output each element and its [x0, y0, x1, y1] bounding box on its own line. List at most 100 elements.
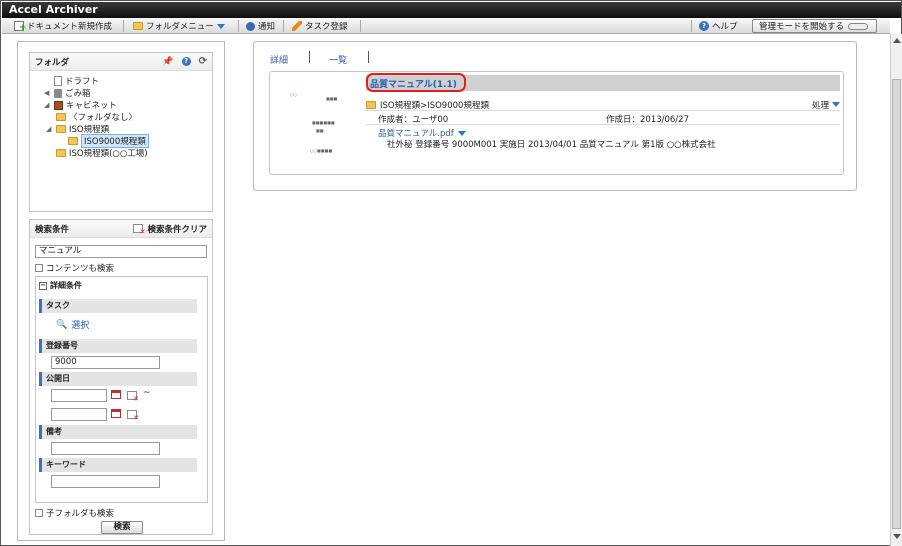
keyword-section-header: キーワード — [39, 458, 197, 472]
result-card: ○○ ■■■ ■■■■■■ ■■ ○○■■■■ 品質マニュアル(1.1) ISO… — [269, 71, 844, 175]
clear-icon — [133, 224, 145, 236]
result-pane: 詳細 一覧 ○○ ■■■ ■■■■■■ ■■ ○○■■■■ 品質マニュアル(1.… — [253, 41, 857, 191]
folder-icon — [68, 137, 78, 145]
action-menu-button[interactable]: 処理 — [812, 99, 840, 111]
admin-mode-label: 管理モードを開始する — [759, 22, 845, 32]
tree-item-cabinet[interactable]: ◢ キャビネット — [44, 99, 212, 111]
folder-panel-header: フォルダ 📌 ? ⟳ — [30, 53, 212, 71]
folder-menu-label: フォルダメニュー — [146, 22, 214, 32]
toolbar: + ドキュメント新規作成 フォルダメニュー 通知 タスク登録 ? ヘルプ 管理モ… — [2, 18, 890, 34]
help-button[interactable]: ? ヘルプ — [695, 18, 742, 34]
result-meta-row: 作成者：ユーザ00 作成日：2013/06/27 — [366, 113, 840, 125]
note-input[interactable] — [51, 442, 160, 455]
tree-item-iso-factory[interactable]: ISO規程類(○○工場) — [44, 147, 212, 159]
search-clear-button[interactable]: 検索条件クリア — [133, 223, 207, 236]
date-range-tilde: ~ — [143, 388, 151, 398]
new-document-button[interactable]: + ドキュメント新規作成 — [10, 18, 116, 34]
help-label: ヘルプ — [712, 22, 738, 32]
keyword-detail-input[interactable] — [51, 475, 160, 488]
collapse-icon[interactable]: − — [39, 281, 47, 290]
subfolder-search-label: 子フォルダも検索 — [46, 509, 115, 519]
tree-item-iso9000[interactable]: ISO9000規程類 — [44, 134, 212, 148]
task-pencil-icon — [292, 21, 302, 31]
folder-menu-button[interactable]: フォルダメニュー — [129, 18, 229, 34]
calendar-icon[interactable] — [111, 409, 121, 418]
tab-list[interactable]: 一覧 — [329, 53, 347, 66]
pin-icon[interactable]: 📌 — [162, 57, 173, 67]
result-title-link[interactable]: 品質マニュアル(1.1) — [370, 77, 457, 90]
help-icon: ? — [699, 21, 709, 31]
new-document-label: ドキュメント新規作成 — [27, 22, 113, 32]
help-icon[interactable]: ? — [181, 57, 191, 66]
task-select-link[interactable]: 🔍 選択 — [56, 318, 90, 332]
search-panel: 検索条件 検索条件クリア マニュアル コンテンツも検索 − 詳細条件 タスク 🔍 — [29, 219, 213, 535]
result-path: ISO規程類>ISO9000規程類 — [380, 100, 489, 111]
vertical-scrollbar[interactable] — [890, 34, 902, 546]
app-window: Accel Archiver + ドキュメント新規作成 フォルダメニュー 通知 … — [0, 0, 902, 546]
folder-panel: フォルダ 📌 ? ⟳ ドラフト ◀ ごみ箱 ◢ キャビネット 〈フォルダなし〉 ◢ I… — [29, 52, 213, 212]
toggle-switch-icon — [848, 22, 869, 30]
contents-search-option[interactable]: コンテンツも検索 — [35, 262, 114, 274]
tab-divider — [309, 51, 310, 63]
search-button[interactable]: 検索 — [101, 521, 143, 534]
document-thumbnail[interactable]: ○○ ■■■ ■■■■■■ ■■ ○○■■■■ — [276, 76, 360, 172]
chevron-down-icon[interactable] — [457, 130, 466, 136]
subfolder-search-option[interactable]: 子フォルダも検索 — [35, 507, 114, 519]
search-panel-header: 検索条件 検索条件クリア — [30, 220, 212, 238]
cabinet-icon — [54, 100, 63, 110]
draft-icon — [54, 76, 62, 86]
result-attributes: 社外秘 登録番号 9000M001 実施日 2013/04/01 品質マニュアル… — [387, 140, 716, 150]
admin-mode-button[interactable]: 管理モードを開始する — [752, 19, 877, 33]
task-register-label: タスク登録 — [305, 22, 348, 32]
refresh-icon[interactable]: ⟳ — [199, 56, 207, 67]
folder-icon — [56, 125, 66, 133]
notify-button[interactable]: 通知 — [242, 18, 279, 34]
folder-tree: ドラフト ◀ ごみ箱 ◢ キャビネット 〈フォルダなし〉 ◢ ISO規程類 ISO90… — [30, 71, 212, 159]
left-pane: フォルダ 📌 ? ⟳ ドラフト ◀ ごみ箱 ◢ キャビネット 〈フォルダなし〉 ◢ I… — [17, 41, 225, 541]
action-menu-label: 処理 — [811, 100, 829, 111]
scroll-up-icon[interactable] — [893, 38, 901, 43]
contents-search-checkbox[interactable] — [35, 264, 43, 272]
tab-detail[interactable]: 詳細 — [270, 53, 288, 66]
folder-icon — [56, 113, 66, 121]
trash-icon — [54, 88, 62, 98]
result-path-row: ISO規程類>ISO9000規程類 処理 — [366, 99, 840, 111]
task-register-button[interactable]: タスク登録 — [288, 18, 352, 34]
pub-date-to-input[interactable] — [51, 408, 107, 421]
result-created: 作成日：2013/06/27 — [606, 115, 689, 125]
pub-date-section-header: 公開日 — [39, 372, 197, 386]
tree-item-no-folder[interactable]: 〈フォルダなし〉 — [44, 111, 212, 123]
detail-conditions-title: 詳細条件 — [50, 281, 82, 290]
notification-icon — [246, 21, 255, 31]
folder-icon — [56, 149, 66, 157]
keyword-input[interactable]: マニュアル — [35, 245, 207, 258]
new-document-icon: + — [14, 21, 27, 33]
result-creator: 作成者：ユーザ00 — [378, 115, 449, 125]
app-title: Accel Archiver — [2, 2, 901, 18]
reg-no-section-header: 登録番号 — [39, 339, 197, 353]
note-section-header: 備考 — [39, 425, 197, 439]
tab-divider — [368, 51, 369, 63]
scroll-down-icon[interactable] — [893, 534, 901, 539]
chevron-down-icon — [832, 102, 840, 107]
chevron-down-icon — [216, 23, 225, 29]
task-select-label: 選択 — [71, 321, 90, 331]
reg-no-input[interactable]: 9000 — [51, 356, 160, 369]
tree-item-draft[interactable]: ドラフト — [44, 75, 212, 87]
detail-conditions: − 詳細条件 タスク 🔍 選択 登録番号 9000 公開日 ~ 備考 — [35, 276, 208, 503]
pub-date-from-input[interactable] — [51, 389, 107, 402]
contents-search-label: コンテンツも検索 — [46, 264, 115, 274]
task-section-header: タスク — [39, 299, 197, 313]
scroll-thumb[interactable] — [892, 79, 901, 529]
tree-item-trash[interactable]: ◀ ごみ箱 — [44, 87, 212, 99]
calendar-icon[interactable] — [111, 390, 121, 399]
clear-date-icon[interactable] — [127, 391, 139, 403]
subfolder-search-checkbox[interactable] — [35, 509, 43, 517]
search-panel-title: 検索条件 — [35, 224, 70, 235]
folder-panel-title: フォルダ — [35, 57, 70, 68]
search-clear-label: 検索条件クリア — [147, 224, 207, 235]
detail-conditions-header[interactable]: − 詳細条件 — [39, 280, 82, 291]
clear-date-icon[interactable] — [127, 410, 139, 422]
notify-label: 通知 — [258, 22, 276, 32]
magnifier-icon: 🔍 — [56, 319, 68, 330]
